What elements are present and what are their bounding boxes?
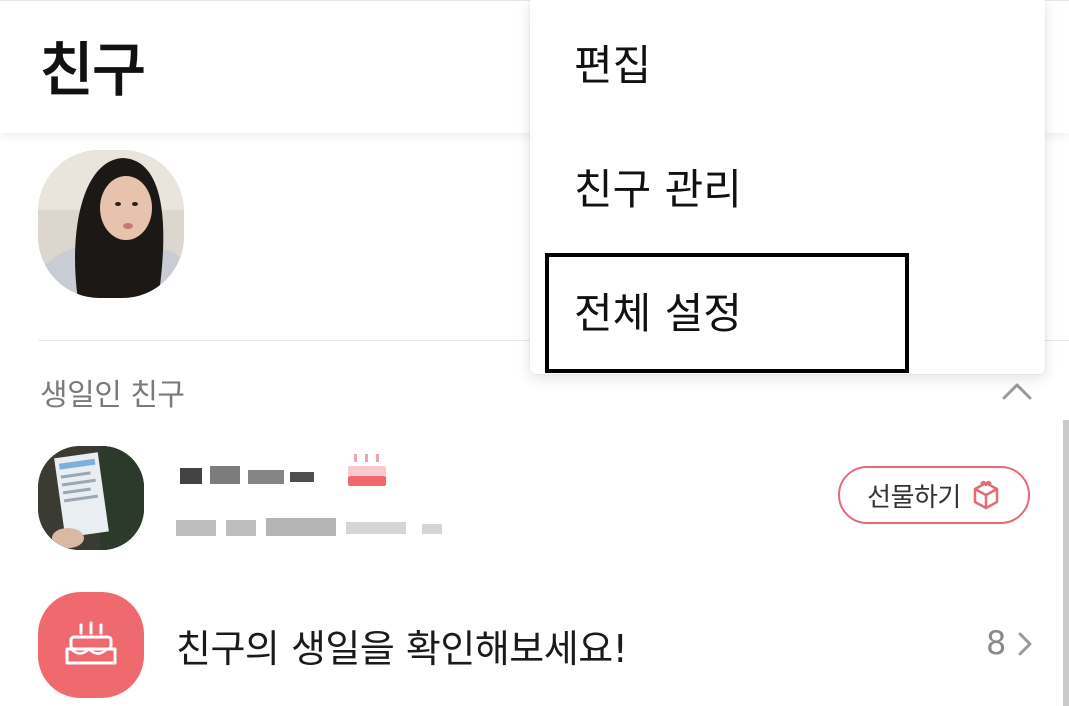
send-gift-button[interactable]: 선물하기 — [838, 466, 1030, 524]
menu-item-edit[interactable]: 편집 — [530, 0, 1045, 124]
gift-button-label: 선물하기 — [867, 482, 961, 513]
my-profile-avatar[interactable] — [38, 150, 184, 298]
chevron-right-icon[interactable] — [1016, 630, 1034, 658]
overflow-menu: 편집 친구 관리 전체 설정 — [530, 0, 1045, 374]
friends-screen: 친구 생일인 친구 선물하기 친구의 생일을 확인해보세요! 8 편집 친구 관… — [0, 0, 1069, 706]
birthday-count: 8 — [986, 624, 1007, 662]
menu-item-all-settings[interactable]: 전체 설정 — [530, 248, 1045, 373]
birthday-section-label: 생일인 친구 — [40, 378, 185, 413]
highlight-box — [545, 253, 909, 373]
birthday-calendar-tile[interactable] — [38, 592, 144, 698]
page-title: 친구 — [40, 36, 146, 104]
birthday-friend-avatar[interactable] — [38, 446, 144, 550]
chevron-up-icon[interactable] — [1000, 378, 1034, 404]
scroll-edge — [1063, 420, 1069, 706]
check-birthdays-link[interactable]: 친구의 생일을 확인해보세요! — [176, 618, 628, 673]
cake-icon — [65, 621, 117, 665]
gift-icon — [973, 480, 999, 510]
birthday-cake-icon — [348, 454, 386, 486]
friend-status-blurred — [176, 518, 442, 536]
friend-name-blurred — [180, 466, 314, 484]
menu-item-manage-friends[interactable]: 친구 관리 — [530, 124, 1045, 248]
